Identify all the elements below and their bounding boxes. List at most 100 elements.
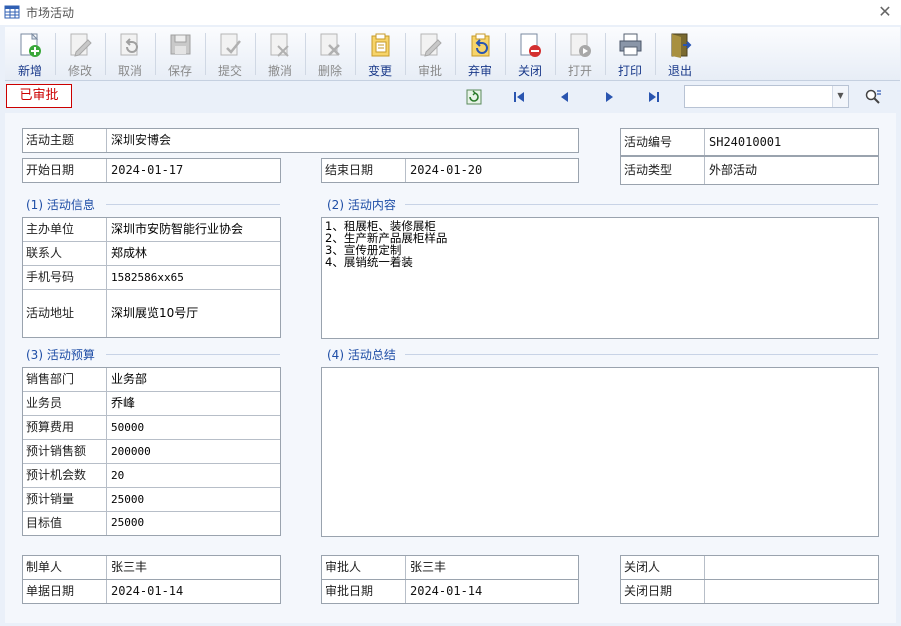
close-date-value[interactable]: [706, 580, 878, 603]
print-icon: [619, 33, 642, 56]
toolbar-button-exit[interactable]: 退出: [655, 27, 705, 81]
exit-icon: [671, 33, 692, 58]
first-record-icon[interactable]: [510, 88, 528, 106]
close-doc-icon: [520, 33, 541, 57]
maker-field[interactable]: 制单人 张三丰: [22, 555, 281, 580]
budget-value[interactable]: 业务部: [108, 368, 280, 391]
budget-label: 预计机会数: [23, 464, 107, 487]
info-row[interactable]: 手机号码 1582586xx65: [23, 266, 280, 290]
type-field[interactable]: 活动类型 外部活动: [620, 156, 879, 185]
toolbar-button-undo[interactable]: 取消: [105, 27, 155, 81]
budget-row[interactable]: 预计销量 25000: [23, 488, 280, 512]
approver-value[interactable]: 张三丰: [407, 556, 578, 579]
approve-date-field[interactable]: 审批日期 2024-01-14: [321, 579, 579, 604]
budget-value[interactable]: 50000: [108, 416, 280, 439]
close-window-button[interactable]: ✕: [875, 2, 895, 22]
toolbar-button-label: 保存: [167, 64, 192, 78]
info-row[interactable]: 主办单位 深圳市安防智能行业协会: [23, 218, 280, 242]
end-date-label: 结束日期: [322, 159, 406, 182]
budget-row[interactable]: 预计销售额 200000: [23, 440, 280, 464]
content-line: 4、展销统一着装: [325, 255, 413, 269]
toolbar-button-delete[interactable]: 删除: [305, 27, 355, 81]
end-date-value[interactable]: 2024-01-20: [407, 159, 578, 182]
last-record-icon[interactable]: [645, 88, 663, 106]
closer-field[interactable]: 关闭人: [620, 555, 879, 580]
refresh-icon[interactable]: [465, 88, 483, 106]
search-combo[interactable]: ▼: [684, 85, 849, 108]
end-date-field[interactable]: 结束日期 2024-01-20: [321, 158, 579, 183]
toolbar-button-revoke[interactable]: 撤消: [255, 27, 305, 81]
search-icon[interactable]: [864, 88, 882, 106]
maker-value[interactable]: 张三丰: [108, 556, 280, 579]
toolbar-button-save[interactable]: 保存: [155, 27, 205, 81]
prev-record-icon[interactable]: [556, 88, 574, 106]
toolbar-button-label: 退出: [667, 64, 692, 78]
budget-row[interactable]: 销售部门 业务部: [23, 368, 280, 392]
approver-field[interactable]: 审批人 张三丰: [321, 555, 579, 580]
close-date-field[interactable]: 关闭日期: [620, 579, 879, 604]
budget-row[interactable]: 预算费用 50000: [23, 416, 280, 440]
budget-value[interactable]: 25000: [108, 512, 280, 535]
next-record-icon[interactable]: [600, 88, 618, 106]
type-label: 活动类型: [621, 157, 705, 184]
open-icon: [570, 33, 591, 57]
toolbar-button-label: 弃审: [467, 64, 492, 78]
budget-label: 预计销售额: [23, 440, 107, 463]
budget-row[interactable]: 业务员 乔峰: [23, 392, 280, 416]
budget-group: 销售部门 业务部 业务员 乔峰 预算费用 50000 预计销售额 200000 预计机会数 20 预…: [22, 367, 281, 536]
content-text: 1、租展柜、装修展柜 2、生产新产品展柜样品 3、宣传册定制 4、展销统一着装: [325, 220, 447, 268]
budget-row[interactable]: 预计机会数 20: [23, 464, 280, 488]
toolbar-button-label: 修改: [67, 64, 92, 78]
code-value[interactable]: SH24010001: [706, 129, 878, 155]
budget-label: 预计销量: [23, 488, 107, 511]
info-group-title: (1) 活动信息: [26, 198, 95, 212]
budget-value[interactable]: 乔峰: [108, 392, 280, 415]
info-value[interactable]: 深圳市安防智能行业协会: [108, 218, 280, 241]
subject-value[interactable]: 深圳安博会: [108, 129, 578, 152]
approve-date-label: 审批日期: [322, 580, 406, 603]
info-group: 主办单位 深圳市安防智能行业协会 联系人 郑成林 手机号码 1582586xx65 活动地址…: [22, 217, 281, 338]
submit-icon: [220, 33, 241, 56]
toolbar-button-new[interactable]: 新增: [5, 27, 55, 81]
toolbar-button-edit[interactable]: 修改: [55, 27, 105, 81]
toolbar-button-label: 删除: [317, 64, 342, 78]
window-title: 市场活动: [26, 6, 75, 20]
doc-date-field[interactable]: 单据日期 2024-01-14: [22, 579, 281, 604]
toolbar-button-change[interactable]: 变更: [355, 27, 405, 81]
budget-value[interactable]: 200000: [108, 440, 280, 463]
budget-value[interactable]: 20: [108, 464, 280, 487]
toolbar-button-submit[interactable]: 提交: [205, 27, 255, 81]
info-value[interactable]: 深圳展览10号厅: [108, 290, 280, 337]
approve-date-value[interactable]: 2024-01-14: [407, 580, 578, 603]
toolbar-button-unapprove[interactable]: 弃审: [455, 27, 505, 81]
subject-field[interactable]: 活动主题 深圳安博会: [22, 128, 579, 153]
revoke-icon: [270, 33, 289, 57]
budget-label: 预算费用: [23, 416, 107, 439]
toolbar-button-close-doc[interactable]: 关闭: [505, 27, 555, 81]
toolbar-button-print[interactable]: 打印: [605, 27, 655, 81]
info-row[interactable]: 活动地址 深圳展览10号厅: [23, 290, 280, 337]
budget-row[interactable]: 目标值 25000: [23, 512, 280, 535]
chevron-down-icon[interactable]: ▼: [832, 86, 848, 107]
closer-value[interactable]: [706, 556, 878, 579]
title-bar: 市场活动 ✕: [0, 0, 901, 25]
start-date-value[interactable]: 2024-01-17: [108, 159, 280, 182]
type-value[interactable]: 外部活动: [706, 157, 878, 184]
toolbar-button-open[interactable]: 打开: [555, 27, 605, 81]
edit-icon: [70, 33, 92, 57]
code-label: 活动编号: [621, 129, 705, 155]
content-textarea[interactable]: 1、租展柜、装修展柜 2、生产新产品展柜样品 3、宣传册定制 4、展销统一着装: [321, 217, 879, 339]
doc-date-value[interactable]: 2024-01-14: [108, 580, 280, 603]
info-value[interactable]: 郑成林: [108, 242, 280, 265]
code-field[interactable]: 活动编号 SH24010001: [620, 128, 879, 156]
start-date-field[interactable]: 开始日期 2024-01-17: [22, 158, 281, 183]
subject-label: 活动主题: [23, 129, 107, 152]
toolbar-button-label: 打开: [567, 64, 592, 78]
summary-textarea[interactable]: [321, 367, 879, 537]
info-value[interactable]: 1582586xx65: [108, 266, 280, 289]
budget-value[interactable]: 25000: [108, 488, 280, 511]
unapprove-icon: [471, 33, 490, 57]
toolbar-button-approve[interactable]: 审批: [405, 27, 455, 81]
budget-group-title: (3) 活动预算: [26, 348, 95, 362]
info-row[interactable]: 联系人 郑成林: [23, 242, 280, 266]
